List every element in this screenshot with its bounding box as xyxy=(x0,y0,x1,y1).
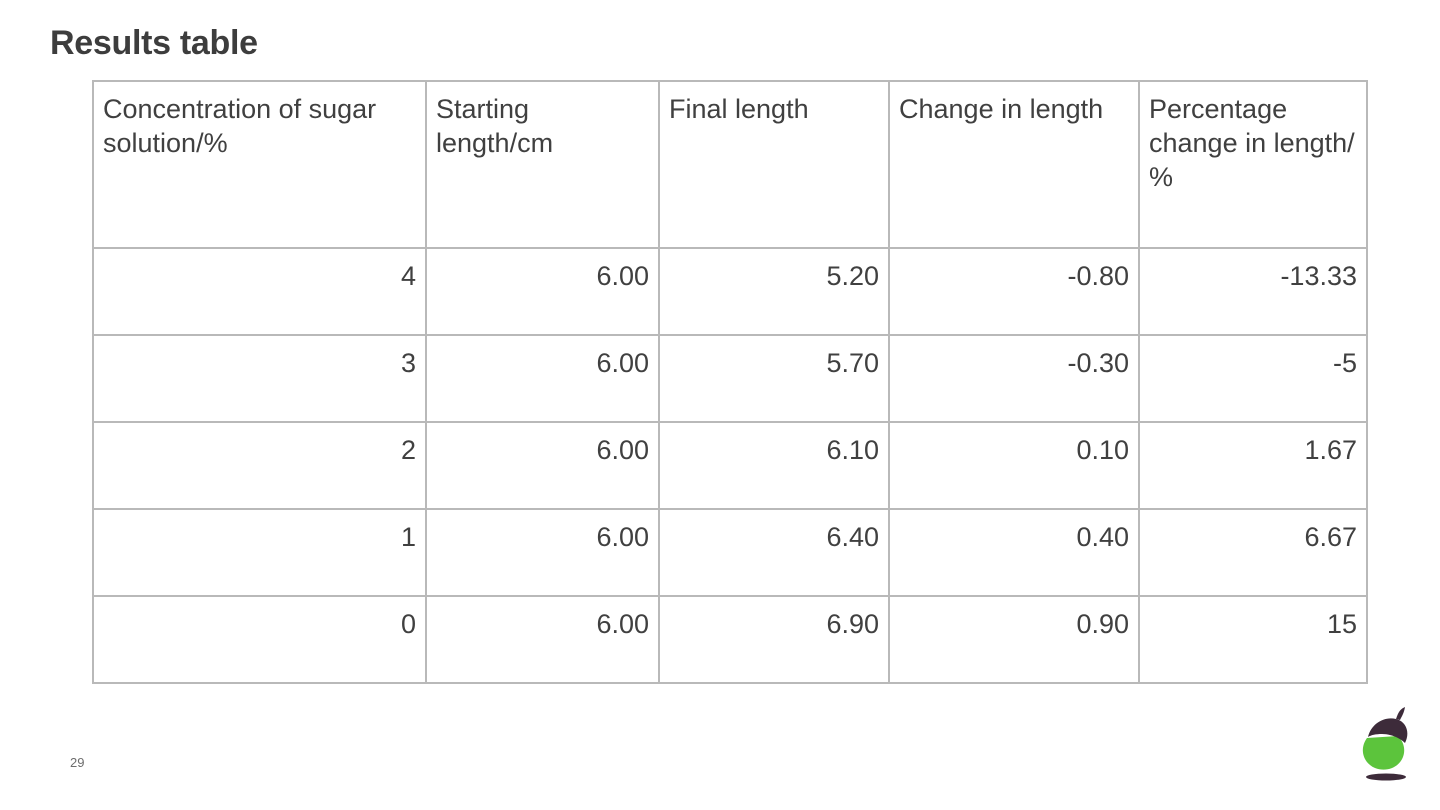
column-header-final-length: Final length xyxy=(658,80,890,249)
cell-concentration: 0 xyxy=(92,595,427,684)
results-table: Concentration of sugar solution/% Starti… xyxy=(92,80,1368,684)
column-header-concentration: Concentration of sugar solution/% xyxy=(92,80,427,249)
table-row: 0 6.00 6.90 0.90 15 xyxy=(92,595,1368,684)
cell-change-in-length: 0.90 xyxy=(888,595,1140,684)
table-row: 1 6.00 6.40 0.40 6.67 xyxy=(92,508,1368,597)
cell-final-length: 5.70 xyxy=(658,334,890,423)
acorn-shadow-shape xyxy=(1366,773,1406,781)
table-row: 3 6.00 5.70 -0.30 -5 xyxy=(92,334,1368,423)
cell-starting-length: 6.00 xyxy=(425,334,660,423)
cell-concentration: 3 xyxy=(92,334,427,423)
cell-starting-length: 6.00 xyxy=(425,508,660,597)
cell-change-in-length: -0.30 xyxy=(888,334,1140,423)
column-header-percentage-change: Percentage change in length/ % xyxy=(1138,80,1368,249)
cell-final-length: 6.90 xyxy=(658,595,890,684)
page-number: 29 xyxy=(70,755,85,770)
cell-percentage-change: 15 xyxy=(1138,595,1368,684)
cell-starting-length: 6.00 xyxy=(425,595,660,684)
cell-final-length: 5.20 xyxy=(658,247,890,336)
table-row: 2 6.00 6.10 0.10 1.67 xyxy=(92,421,1368,510)
cell-change-in-length: -0.80 xyxy=(888,247,1140,336)
cell-percentage-change: 6.67 xyxy=(1138,508,1368,597)
table-row: 4 6.00 5.20 -0.80 -13.33 xyxy=(92,247,1368,336)
table-header-row: Concentration of sugar solution/% Starti… xyxy=(92,80,1368,249)
cell-percentage-change: -5 xyxy=(1138,334,1368,423)
cell-final-length: 6.40 xyxy=(658,508,890,597)
cell-change-in-length: 0.10 xyxy=(888,421,1140,510)
cell-percentage-change: 1.67 xyxy=(1138,421,1368,510)
page-title: Results table xyxy=(50,24,258,62)
cell-starting-length: 6.00 xyxy=(425,247,660,336)
acorn-stem-shape xyxy=(1396,707,1405,720)
results-table-container: Concentration of sugar solution/% Starti… xyxy=(92,80,1368,684)
cell-concentration: 2 xyxy=(92,421,427,510)
column-header-starting-length: Starting length/cm xyxy=(425,80,660,249)
acorn-nut-shape xyxy=(1362,736,1405,770)
cell-final-length: 6.10 xyxy=(658,421,890,510)
cell-change-in-length: 0.40 xyxy=(888,508,1140,597)
cell-starting-length: 6.00 xyxy=(425,421,660,510)
cell-concentration: 1 xyxy=(92,508,427,597)
acorn-logo xyxy=(1355,705,1419,785)
cell-concentration: 4 xyxy=(92,247,427,336)
cell-percentage-change: -13.33 xyxy=(1138,247,1368,336)
column-header-change-in-length: Change in length xyxy=(888,80,1140,249)
